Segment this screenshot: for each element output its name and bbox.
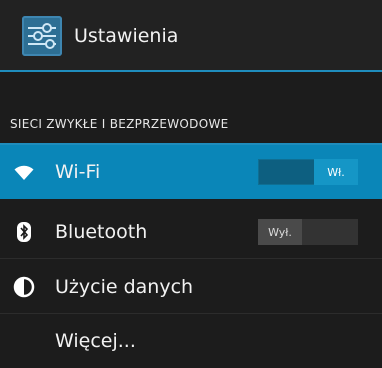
data-usage-icon <box>11 274 37 300</box>
settings-item-bluetooth[interactable]: Bluetooth Wył. <box>0 205 382 259</box>
data-usage-label: Użycie danych <box>55 276 194 298</box>
wifi-toggle[interactable]: Wł. <box>258 159 358 185</box>
page-title: Ustawienia <box>74 25 179 47</box>
settings-item-data-usage[interactable]: Użycie danych <box>0 260 382 314</box>
bluetooth-toggle[interactable]: Wył. <box>258 219 358 245</box>
bluetooth-icon <box>11 219 37 245</box>
wifi-label: Wi-Fi <box>55 161 101 183</box>
wifi-toggle-label: Wł. <box>314 159 358 185</box>
divider <box>0 258 382 259</box>
settings-sliders-icon[interactable] <box>22 16 62 56</box>
action-bar: Ustawienia <box>0 0 382 72</box>
bluetooth-label: Bluetooth <box>55 221 148 243</box>
more-label: Więcej... <box>55 330 136 352</box>
bluetooth-toggle-label: Wył. <box>258 219 302 245</box>
wifi-icon <box>11 159 37 185</box>
section-header: SIECI ZWYKŁE I BEZPRZEWODOWE <box>0 117 382 145</box>
settings-item-wifi[interactable]: Wi-Fi Wł. <box>0 145 382 199</box>
